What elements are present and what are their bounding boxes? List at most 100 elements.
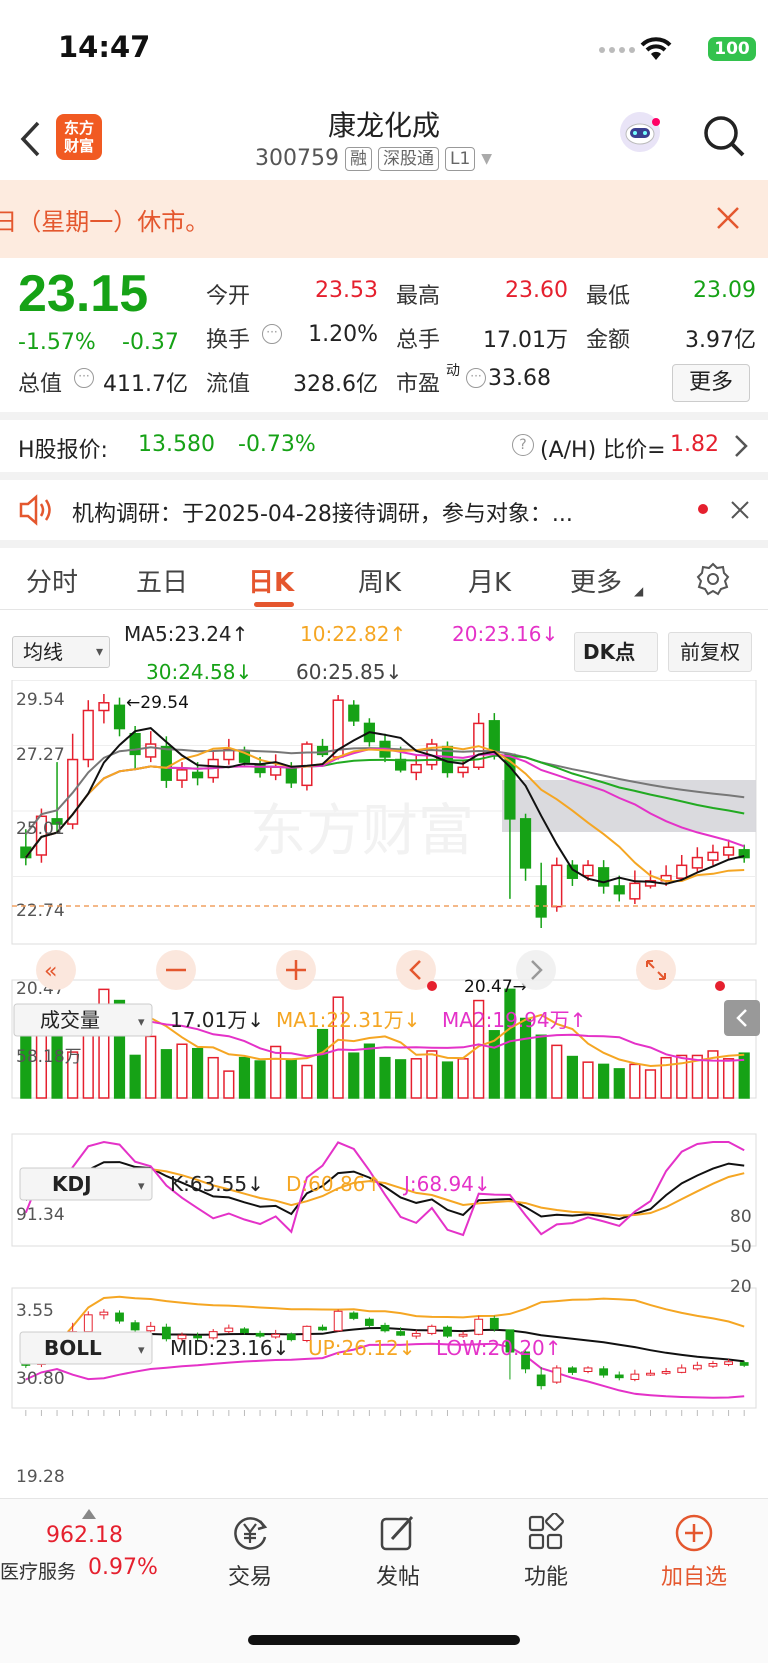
candle-body <box>676 864 688 879</box>
scroll-left-button[interactable]: « <box>36 950 76 990</box>
pe-superscript: 动 <box>446 363 460 379</box>
info-icon[interactable]: ··· <box>262 324 282 344</box>
volume-bar <box>644 1069 657 1099</box>
tab-weekly-k[interactable]: 周K <box>358 562 401 599</box>
add-circle-icon <box>675 1514 713 1552</box>
collapse-panel-button[interactable] <box>724 1000 760 1036</box>
notice-text: 5日（星期一）休市。 <box>0 208 210 236</box>
grid-apps-icon <box>528 1513 564 1550</box>
candle-body <box>270 766 282 776</box>
boll-candle-body <box>661 1370 671 1374</box>
volume-bar <box>192 1047 204 1099</box>
kdj-y-top: 91.34 <box>16 1205 65 1225</box>
volume-bar <box>207 1056 219 1099</box>
volume-select-label: 成交量 <box>40 1008 100 1032</box>
kline-chart[interactable]: 东方财富 29.54 27.27 25.01 22.74 20.47 ←29.5… <box>0 680 768 1490</box>
volume-bar <box>348 1052 360 1099</box>
gear-icon[interactable] <box>696 562 730 596</box>
volume-bar <box>254 1060 266 1099</box>
search-icon[interactable] <box>702 114 746 158</box>
turnover-value: 1.20% <box>308 322 378 347</box>
boll-candle-body <box>380 1324 390 1332</box>
boll-candle-body <box>489 1317 499 1330</box>
dk-point-button[interactable]: DK点 <box>574 632 658 672</box>
fullscreen-button[interactable] <box>636 950 725 991</box>
candle-body <box>410 763 422 774</box>
status-bar: 14:47 100 <box>0 0 768 100</box>
divider <box>0 472 768 480</box>
boll-candle-body <box>599 1368 609 1376</box>
tab-more[interactable]: 更多 <box>570 562 622 599</box>
volume-bar <box>535 1034 547 1099</box>
research-ticker[interactable]: 机构调研：于2025-04-28接待调研，参与对象：... <box>0 480 768 540</box>
boll-candle-body <box>630 1373 640 1380</box>
mktcap-label: 总值 <box>18 372 63 397</box>
help-icon[interactable]: ? <box>512 434 534 456</box>
high-label: 最高 <box>396 284 441 309</box>
boll-candle-body <box>536 1374 546 1387</box>
candle-body <box>176 769 188 781</box>
volume-bar <box>722 1058 735 1099</box>
boll-candle-body <box>552 1367 562 1383</box>
volume-bar <box>441 1061 454 1099</box>
battery-icon: 100 <box>708 37 756 61</box>
kdj-k: K:63.55↓ <box>170 1172 264 1196</box>
boll-candle-body <box>349 1312 359 1319</box>
boll-candle-body <box>427 1325 437 1334</box>
boll-candle-body <box>364 1318 374 1326</box>
info-icon[interactable]: ··· <box>466 368 486 388</box>
tag-margin: 融 <box>344 146 372 171</box>
candle-body <box>535 885 547 918</box>
tag-connect: 深股通 <box>377 146 439 171</box>
sector-name[interactable]: 医疗服务 <box>0 1557 76 1584</box>
ah-ratio-label: (A/H) 比价= <box>540 438 666 463</box>
boll-candle-body <box>724 1361 733 1365</box>
volume-bar <box>598 1063 610 1099</box>
tab-monthly-k[interactable]: 月K <box>468 562 511 599</box>
turnover-label: 换手 <box>206 328 251 353</box>
next-button[interactable] <box>516 950 556 990</box>
tab-five-day[interactable]: 五日 <box>136 562 188 599</box>
nav-add-watchlist[interactable]: 加自选 <box>634 1513 754 1591</box>
caret-icon: ▾ <box>138 1179 145 1194</box>
volume-bar <box>316 1028 329 1099</box>
nav-post[interactable]: 发帖 <box>338 1513 458 1591</box>
zoom-in-button[interactable] <box>276 950 316 990</box>
prev-button[interactable] <box>396 950 437 991</box>
more-button[interactable]: 更多 <box>672 364 750 402</box>
amount-label: 金额 <box>586 328 631 353</box>
y-axis-4: 22.74 <box>16 901 65 921</box>
pe-value: 33.68 <box>488 366 551 391</box>
boll-select-label: BOLL <box>44 1336 102 1360</box>
boll-candle-body <box>146 1325 156 1332</box>
boll-candle-body <box>224 1327 234 1333</box>
nav-trade[interactable]: 交易 <box>190 1513 310 1591</box>
volume-bar <box>551 1044 563 1099</box>
zoom-out-button[interactable] <box>156 950 196 990</box>
caret-icon: ▾ <box>138 1015 145 1030</box>
adjust-button[interactable]: 前复权 <box>668 632 752 672</box>
speaker-icon <box>19 494 51 526</box>
close-icon[interactable] <box>730 500 750 520</box>
robot-assistant-icon[interactable] <box>616 108 664 156</box>
holiday-notice-banner: 5日（星期一）休市。 <box>0 180 768 258</box>
volume-bar <box>582 1061 594 1099</box>
boll-candle-body <box>333 1310 343 1332</box>
sector-index-value[interactable]: 962.18 <box>46 1523 123 1548</box>
h-share-row[interactable]: H股报价: 13.580 -0.73% ? (A/H) 比价= 1.82 <box>0 420 768 472</box>
volume-bar <box>176 1043 188 1099</box>
close-icon[interactable] <box>716 206 740 230</box>
info-icon[interactable]: ··· <box>74 368 94 388</box>
boll-y-top: 30.80 <box>16 1369 65 1389</box>
boll-candle-body <box>240 1328 249 1334</box>
up-triangle-icon <box>82 1509 96 1519</box>
candle-body <box>285 766 297 784</box>
nav-functions[interactable]: 功能 <box>486 1513 606 1591</box>
caret-down-icon[interactable]: ▼ <box>481 151 492 167</box>
caret-icon: ◢ <box>634 584 644 598</box>
tab-daily-k[interactable]: 日K <box>248 562 294 599</box>
svg-text:«: « <box>44 959 57 984</box>
ma-select[interactable]: 均线 <box>12 636 110 668</box>
tab-intraday[interactable]: 分时 <box>26 562 78 599</box>
pe-label: 市盈 <box>396 372 441 397</box>
